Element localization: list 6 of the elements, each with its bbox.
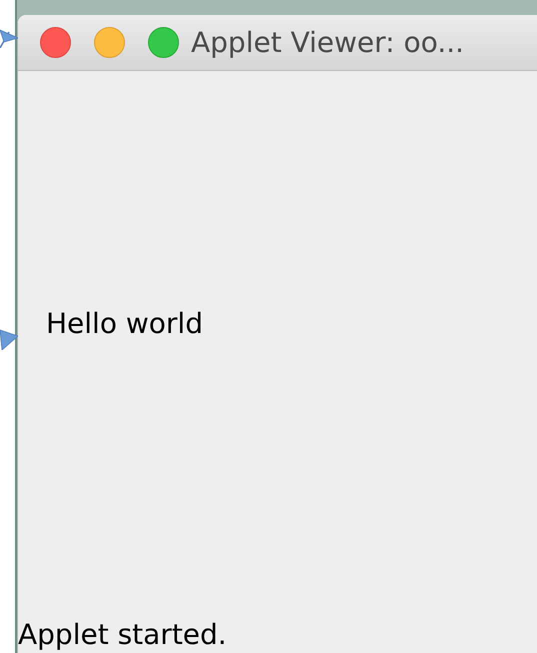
close-button[interactable] [40, 27, 71, 58]
minimize-button[interactable] [94, 27, 125, 58]
zoom-button[interactable] [148, 27, 179, 58]
status-text: Applet started. [18, 618, 227, 651]
window-title: Applet Viewer: oo... [191, 26, 464, 59]
applet-text: Hello world [46, 307, 203, 340]
